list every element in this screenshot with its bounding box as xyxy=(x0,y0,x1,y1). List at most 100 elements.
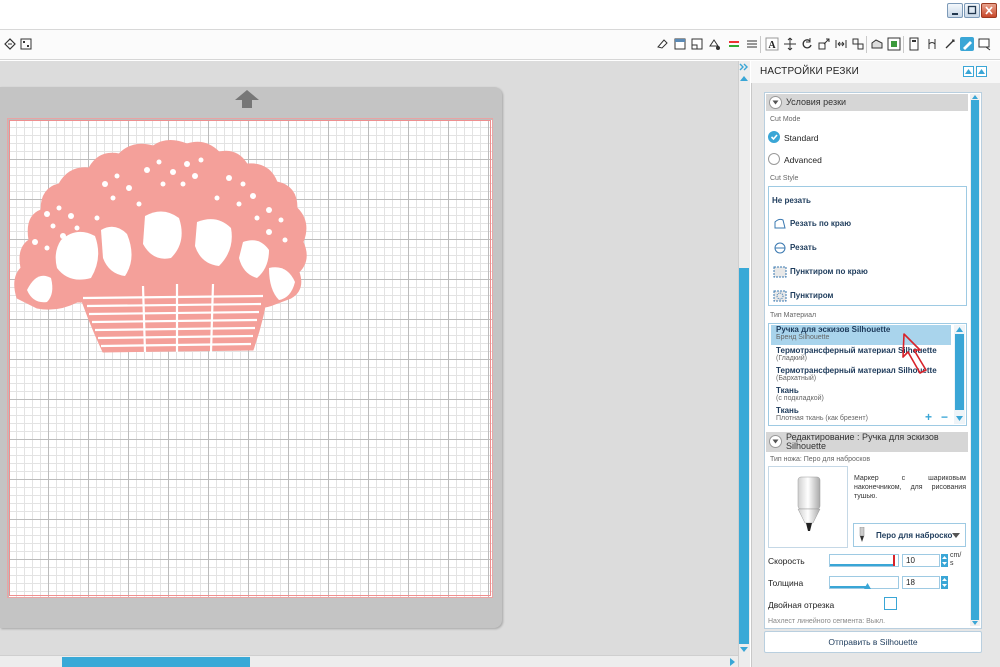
cut-style-cut[interactable]: Резать xyxy=(790,243,817,252)
check-icon xyxy=(770,134,778,141)
maximize-button[interactable] xyxy=(964,3,980,18)
registration-marks-icon[interactable] xyxy=(690,37,704,51)
scroll-right-icon[interactable] xyxy=(728,657,737,667)
remove-material-button[interactable]: − xyxy=(941,410,948,424)
thickness-slider[interactable] xyxy=(829,576,899,589)
add-material-button[interactable]: + xyxy=(925,410,932,424)
pen-tip-icon xyxy=(859,527,865,542)
scroll-down-icon[interactable] xyxy=(955,415,964,422)
radio-advanced[interactable] xyxy=(768,153,780,165)
double-cut-checkbox[interactable] xyxy=(884,597,897,610)
thickness-fill xyxy=(830,586,868,588)
blade-select-value: Перо для наброско xyxy=(876,531,953,540)
line-style-icon[interactable] xyxy=(745,37,759,51)
radio-standard[interactable] xyxy=(768,131,780,143)
scale-icon[interactable] xyxy=(817,37,831,51)
material-item-fabric-heavy[interactable]: Ткань Плотная ткань (как брезент) xyxy=(771,406,951,422)
cut-icon xyxy=(774,242,786,254)
page-settings-icon[interactable] xyxy=(673,37,687,51)
close-icon xyxy=(985,6,993,15)
panel-scrollbar-thumb[interactable] xyxy=(971,100,979,620)
minimize-icon xyxy=(952,13,958,15)
speed-input[interactable]: 10 xyxy=(902,554,940,567)
maximize-icon xyxy=(967,5,977,15)
spinner-icon xyxy=(942,556,947,565)
panel-expand-button[interactable] xyxy=(976,66,987,77)
feed-direction-arrow-icon xyxy=(235,90,259,108)
thickness-label: Толщина xyxy=(768,578,804,588)
replicate-icon[interactable] xyxy=(851,37,865,51)
toolbar-separator xyxy=(760,36,761,53)
send-to-silhouette-button[interactable]: Отправить в Silhouette xyxy=(764,631,982,653)
close-button[interactable] xyxy=(981,3,997,18)
advanced-label: Advanced xyxy=(784,155,822,165)
mouse-cursor-icon xyxy=(902,333,927,374)
minimize-button[interactable] xyxy=(947,3,963,18)
speed-label: Скорость xyxy=(768,556,805,566)
section-toggle[interactable] xyxy=(769,96,782,109)
sketch-pen-icon xyxy=(797,476,821,531)
scroll-down-icon[interactable] xyxy=(971,620,979,626)
knife-icon[interactable] xyxy=(943,37,957,51)
chevron-down-icon xyxy=(772,100,779,105)
section-toggle[interactable] xyxy=(769,435,782,448)
cut-conditions-title: Условия резки xyxy=(786,97,847,107)
pick-up-icon[interactable] xyxy=(3,37,17,51)
scroll-up-icon[interactable] xyxy=(739,74,749,82)
blade-image-box xyxy=(768,466,848,548)
text-style-icon[interactable]: A xyxy=(765,37,779,51)
cut-tab-button[interactable] xyxy=(960,37,974,51)
library-icon[interactable] xyxy=(870,37,884,51)
speed-spinner[interactable] xyxy=(941,554,948,567)
speed-fill xyxy=(830,564,894,566)
cut-settings-icon[interactable] xyxy=(925,37,939,51)
cut-edge-icon xyxy=(774,218,786,229)
eraser-icon[interactable] xyxy=(655,37,669,51)
blade-description: Маркер с шариковым наконечником, для рис… xyxy=(854,475,966,500)
triangle-up-icon xyxy=(965,69,972,74)
line-color-icon[interactable] xyxy=(727,37,741,51)
cut-style-edge[interactable]: Резать по краю xyxy=(790,219,851,228)
scroll-up-icon[interactable] xyxy=(955,326,964,333)
speed-unit: cm/s xyxy=(950,552,962,567)
fill-color-icon[interactable] xyxy=(707,37,721,51)
cut-style-perforate-edge[interactable]: Пунктиром по краю xyxy=(790,267,868,276)
move-icon[interactable] xyxy=(834,37,848,51)
toolbar-separator xyxy=(903,36,904,53)
thickness-handle[interactable] xyxy=(863,583,871,589)
chevron-down-icon xyxy=(772,439,779,444)
store-icon[interactable] xyxy=(887,37,901,51)
thickness-spinner[interactable] xyxy=(941,576,948,589)
grid-icon[interactable] xyxy=(19,37,33,51)
panel-title: НАСТРОЙКИ РЕЗКИ xyxy=(760,66,860,77)
send-to-cutter-icon[interactable] xyxy=(907,37,921,51)
scroll-down-icon[interactable] xyxy=(739,646,749,654)
flower-basket-design[interactable] xyxy=(7,118,317,368)
horizontal-scrollbar-thumb[interactable] xyxy=(62,657,250,667)
blade-type-label: Тип ножа: Перо для набросков xyxy=(770,456,871,463)
standard-label: Standard xyxy=(784,133,819,143)
cut-mode-label: Cut Mode xyxy=(770,116,801,123)
blade-select[interactable]: Перо для наброско xyxy=(853,523,966,547)
material-name: Ткань xyxy=(776,386,799,395)
toolbar-separator xyxy=(866,36,867,53)
cut-style-label: Cut Style xyxy=(770,175,799,182)
cut-style-none[interactable]: Не резать xyxy=(772,196,811,205)
spinner-icon xyxy=(942,578,947,587)
material-item-fabric-backed[interactable]: Ткань (с подкладкой) xyxy=(771,386,951,402)
panel-collapse-button[interactable] xyxy=(963,66,974,77)
material-type-label: Тип Материал xyxy=(770,312,817,319)
collapse-panel-icon[interactable] xyxy=(739,62,749,72)
material-scrollbar-thumb[interactable] xyxy=(955,334,964,410)
line-segment-label: Нахлест линейного сегмента: Выкл. xyxy=(768,618,886,625)
transform-icon[interactable] xyxy=(783,37,797,51)
double-cut-label: Двойная отрезка xyxy=(768,600,835,610)
cut-style-perforate[interactable]: Пунктиром xyxy=(790,291,833,300)
speed-handle[interactable] xyxy=(892,555,895,566)
vertical-scrollbar-thumb[interactable] xyxy=(739,268,749,644)
thickness-input[interactable]: 18 xyxy=(902,576,940,589)
speed-slider[interactable] xyxy=(829,554,899,567)
send-icon[interactable] xyxy=(978,37,992,51)
rotate-icon[interactable] xyxy=(800,37,814,51)
edit-section-title: Редактирование : Ручка для эскизов Silho… xyxy=(786,432,939,451)
